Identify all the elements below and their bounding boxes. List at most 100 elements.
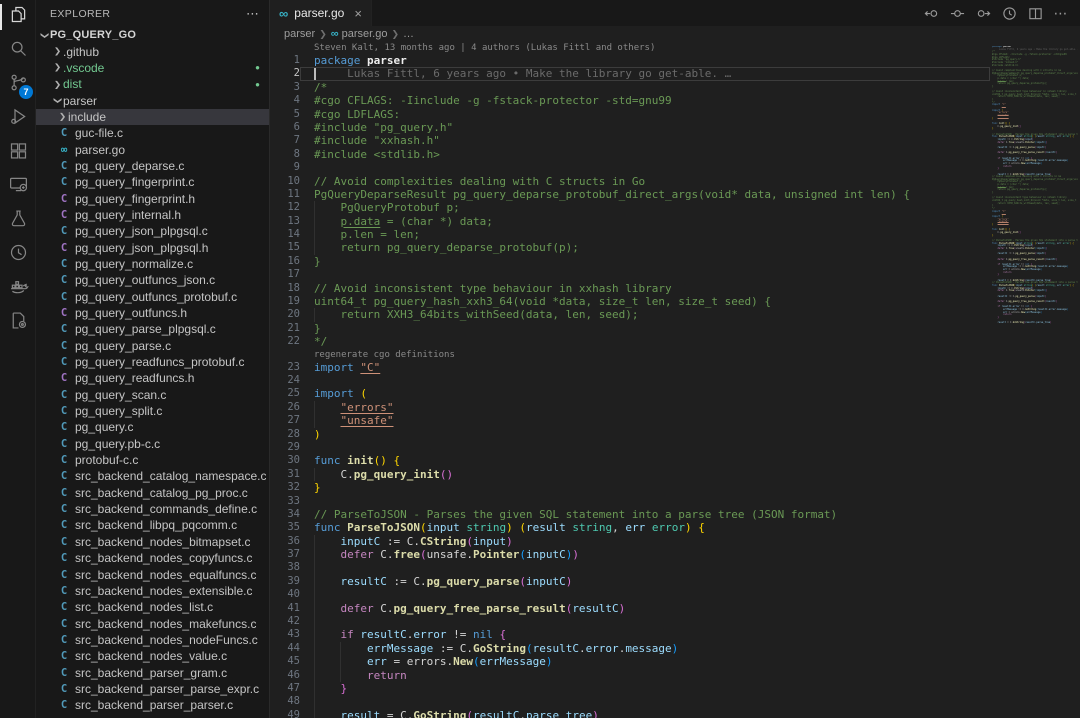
file-item-pg_query_readfuncs.h[interactable]: Cpg_query_readfuncs.h xyxy=(36,370,269,386)
activity-bar-item-search[interactable] xyxy=(0,34,36,68)
file-item-src_backend_nodes_bitmapset.c[interactable]: Csrc_backend_nodes_bitmapset.c xyxy=(36,534,269,550)
breadcrumb-item-…[interactable]: … xyxy=(403,28,414,40)
code-line[interactable]: 48 xyxy=(270,695,990,708)
file-item-src_backend_nodes_list.c[interactable]: Csrc_backend_nodes_list.c xyxy=(36,599,269,615)
file-item-pg_query_deparse.c[interactable]: Cpg_query_deparse.c xyxy=(36,158,269,174)
code-line[interactable]: 12 PgQueryProtobuf p; xyxy=(270,201,990,214)
code-line[interactable]: 3/* xyxy=(270,81,990,94)
code-line[interactable]: 5#cgo LDFLAGS: xyxy=(270,108,990,121)
file-item-src_backend_nodes_nodeFuncs.c[interactable]: Csrc_backend_nodes_nodeFuncs.c xyxy=(36,632,269,648)
file-item-pg_query_split.c[interactable]: Cpg_query_split.c xyxy=(36,403,269,419)
folder-item-PG_QUERY_GO[interactable]: ❯PG_QUERY_GO xyxy=(36,27,269,43)
file-item-src_backend_parser_parse_expr.c[interactable]: Csrc_backend_parser_parse_expr.c xyxy=(36,681,269,697)
code-line[interactable]: 8#include <stdlib.h> xyxy=(270,148,990,161)
split-editor-icon[interactable] xyxy=(1024,2,1046,24)
code-line[interactable]: 36 inputC := C.CString(input) xyxy=(270,535,990,548)
file-item-pg_query_internal.h[interactable]: Cpg_query_internal.h xyxy=(36,207,269,223)
file-item-pg_query_json_plpgsql.h[interactable]: Cpg_query_json_plpgsql.h xyxy=(36,239,269,255)
activity-bar-item-file-settings[interactable] xyxy=(0,306,36,340)
code-line[interactable]: 13 p.data = (char *) data; xyxy=(270,215,990,228)
code-line[interactable]: 45 err = errors.New(errMessage) xyxy=(270,655,990,668)
activity-bar-item-gitlens[interactable] xyxy=(0,238,36,272)
code-line[interactable]: 26 "errors" xyxy=(270,401,990,414)
code-line[interactable]: 16} xyxy=(270,255,990,268)
file-item-src_backend_parser_parser.c[interactable]: Csrc_backend_parser_parser.c xyxy=(36,697,269,713)
code-line[interactable]: 34// ParseToJSON - Parses the given SQL … xyxy=(270,508,990,521)
file-item-parser.go[interactable]: ∞parser.go xyxy=(36,141,269,157)
file-item-pg_query_fingerprint.c[interactable]: Cpg_query_fingerprint.c xyxy=(36,174,269,190)
explorer-more-actions-icon[interactable]: ⋯ xyxy=(246,6,259,22)
code-line[interactable]: 38 xyxy=(270,561,990,574)
code-line[interactable]: 44 errMessage := C.GoString(resultC.erro… xyxy=(270,642,990,655)
file-item-pg_query_outfuncs_protobuf.c[interactable]: Cpg_query_outfuncs_protobuf.c xyxy=(36,289,269,305)
minimap[interactable]: package parser Lukas Fittl, 6 years ago … xyxy=(992,46,1078,718)
activity-bar-item-testing[interactable] xyxy=(0,204,36,238)
code-line[interactable]: 46 return xyxy=(270,669,990,682)
folder-item-.github[interactable]: ❯.github xyxy=(36,43,269,59)
file-item-pg_query_scan.c[interactable]: Cpg_query_scan.c xyxy=(36,387,269,403)
code-line[interactable]: 21} xyxy=(270,322,990,335)
file-item-pg_query_json_plpgsql.c[interactable]: Cpg_query_json_plpgsql.c xyxy=(36,223,269,239)
codelens-regenerate-cgo[interactable]: regenerate cgo definitions xyxy=(270,349,990,361)
code-line[interactable]: 30func init() { xyxy=(270,454,990,467)
breadcrumb-item-parser[interactable]: parser xyxy=(284,28,315,40)
activity-bar-item-docker[interactable] xyxy=(0,272,36,306)
file-item-src_backend_nodes_extensible.c[interactable]: Csrc_backend_nodes_extensible.c xyxy=(36,583,269,599)
file-item-src_backend_nodes_equalfuncs.c[interactable]: Csrc_backend_nodes_equalfuncs.c xyxy=(36,566,269,582)
code-line[interactable]: 15 return pg_query_deparse_protobuf(p); xyxy=(270,241,990,254)
more-actions-icon[interactable]: ⋯ xyxy=(1050,2,1072,24)
file-item-pg_query_outfuncs.h[interactable]: Cpg_query_outfuncs.h xyxy=(36,305,269,321)
file-item-src_backend_libpq_pqcomm.c[interactable]: Csrc_backend_libpq_pqcomm.c xyxy=(36,517,269,533)
activity-bar-item-source-control[interactable]: 7 xyxy=(0,68,36,102)
code-line[interactable]: 6#include "pg_query.h" xyxy=(270,121,990,134)
code-line[interactable]: 29 xyxy=(270,441,990,454)
open-changes-with-next-icon[interactable] xyxy=(972,2,994,24)
code-line[interactable]: 2 Lukas Fittl, 6 years ago • Make the li… xyxy=(270,67,990,80)
file-item-pg_query.pb-c.c[interactable]: Cpg_query.pb-c.c xyxy=(36,436,269,452)
code-line[interactable]: 19uint64_t pg_query_hash_xxh3_64(void *d… xyxy=(270,295,990,308)
file-item-src_backend_parser_gram.c[interactable]: Csrc_backend_parser_gram.c xyxy=(36,664,269,680)
file-item-src_backend_catalog_namespace.c[interactable]: Csrc_backend_catalog_namespace.c xyxy=(36,468,269,484)
file-item-pg_query_parse_plpgsql.c[interactable]: Cpg_query_parse_plpgsql.c xyxy=(36,321,269,337)
activity-bar-item-run-and-debug[interactable] xyxy=(0,102,36,136)
code-line[interactable]: 17 xyxy=(270,268,990,281)
activity-bar-item-extensions[interactable] xyxy=(0,136,36,170)
code-line[interactable]: 7#include "xxhash.h" xyxy=(270,134,990,147)
code-line[interactable]: 43 if resultC.error != nil { xyxy=(270,628,990,641)
file-item-src_backend_catalog_pg_proc.c[interactable]: Csrc_backend_catalog_pg_proc.c xyxy=(36,485,269,501)
code-line[interactable]: 31 C.pg_query_init() xyxy=(270,468,990,481)
file-item-pg_query_parse.c[interactable]: Cpg_query_parse.c xyxy=(36,338,269,354)
code-line[interactable]: 28) xyxy=(270,428,990,441)
git-blame-lens[interactable]: Steven Kalt, 13 months ago | 4 authors (… xyxy=(270,42,990,54)
code-line[interactable]: 42 xyxy=(270,615,990,628)
file-item-pg_query_readfuncs_protobuf.c[interactable]: Cpg_query_readfuncs_protobuf.c xyxy=(36,354,269,370)
file-item-src_backend_nodes_copyfuncs.c[interactable]: Csrc_backend_nodes_copyfuncs.c xyxy=(36,550,269,566)
open-changes-icon[interactable] xyxy=(946,2,968,24)
code-line[interactable]: 33 xyxy=(270,495,990,508)
code-line[interactable]: 27 "unsafe" xyxy=(270,414,990,427)
code-line[interactable]: 10// Avoid complexities dealing with C s… xyxy=(270,175,990,188)
code-line[interactable]: 4#cgo CFLAGS: -Iinclude -g -fstack-prote… xyxy=(270,94,990,107)
open-changes-with-previous-icon[interactable] xyxy=(920,2,942,24)
file-item-pg_query.c[interactable]: Cpg_query.c xyxy=(36,419,269,435)
code-line[interactable]: 24 xyxy=(270,374,990,387)
code-line[interactable]: 9 xyxy=(270,161,990,174)
code-line[interactable]: 47 } xyxy=(270,682,990,695)
code-line[interactable]: 22*/ xyxy=(270,335,990,348)
file-item-pg_query_normalize.c[interactable]: Cpg_query_normalize.c xyxy=(36,256,269,272)
code-line[interactable]: 39 resultC := C.pg_query_parse(inputC) xyxy=(270,575,990,588)
file-item-src_backend_nodes_value.c[interactable]: Csrc_backend_nodes_value.c xyxy=(36,648,269,664)
folder-item-include[interactable]: ❯include xyxy=(36,109,269,125)
code-line[interactable]: 35func ParseToJSON(input string) (result… xyxy=(270,521,990,534)
file-item-pg_query_fingerprint.h[interactable]: Cpg_query_fingerprint.h xyxy=(36,190,269,206)
code-line[interactable]: 25import ( xyxy=(270,387,990,400)
code-line[interactable]: 23import "C" xyxy=(270,361,990,374)
file-history-icon[interactable] xyxy=(998,2,1020,24)
file-item-src_backend_nodes_makefuncs.c[interactable]: Csrc_backend_nodes_makefuncs.c xyxy=(36,615,269,631)
folder-item-dist[interactable]: ❯dist● xyxy=(36,76,269,92)
file-item-guc-file.c[interactable]: Cguc-file.c xyxy=(36,125,269,141)
folder-item-parser[interactable]: ❯parser xyxy=(36,92,269,108)
code-line[interactable]: 37 defer C.free(unsafe.Pointer(inputC)) xyxy=(270,548,990,561)
file-item-protobuf-c.c[interactable]: Cprotobuf-c.c xyxy=(36,452,269,468)
tab-parser-go[interactable]: ∞ parser.go × xyxy=(270,0,372,26)
